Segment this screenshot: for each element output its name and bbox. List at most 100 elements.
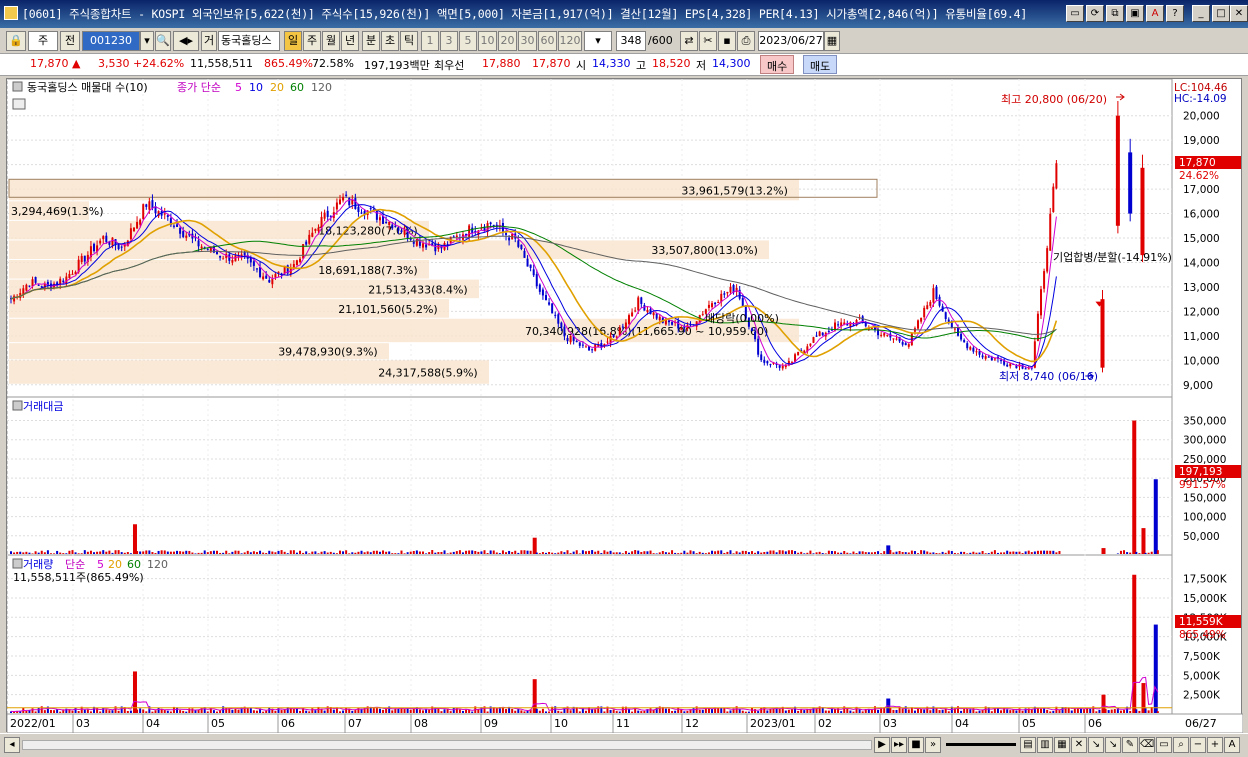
amount-bar (289, 550, 292, 554)
amount-bar (16, 551, 19, 554)
zoom-out-icon[interactable]: − (1190, 737, 1206, 753)
minimize-button[interactable]: _ (1192, 5, 1210, 22)
interval-30[interactable]: 30 (518, 31, 537, 51)
window-ctrl-4[interactable]: ▣ (1126, 5, 1144, 22)
period-minute[interactable]: 분 (362, 31, 380, 51)
amount-bar (219, 552, 222, 554)
search-icon[interactable]: 🔍 (155, 31, 171, 51)
buy-button[interactable]: 매수 (760, 55, 795, 74)
pen-icon[interactable]: ✎ (1122, 737, 1138, 753)
interval-1[interactable]: 1 (421, 31, 439, 51)
interval-10[interactable]: 10 (478, 31, 497, 51)
interval-120[interactable]: 120 (558, 31, 582, 51)
period-tick[interactable]: 틱 (400, 31, 418, 51)
period-year[interactable]: 년 (341, 31, 359, 51)
prev-button[interactable]: 전 (60, 31, 80, 51)
amount-bar (237, 550, 240, 554)
volume-bar (947, 711, 950, 713)
candle-body (723, 293, 726, 295)
draw-icon-1[interactable]: ↘ (1088, 737, 1104, 753)
amount-bar (225, 550, 228, 554)
window-ctrl-2[interactable]: ⟳ (1086, 5, 1104, 22)
interval-60[interactable]: 60 (538, 31, 557, 51)
scroll-left-icon[interactable]: ◂ (4, 737, 20, 753)
chart-canvas[interactable]: 24,317,588(5.9%)39,478,930(9.3%)70,340,9… (7, 79, 1243, 733)
cross-icon[interactable]: ✕ (1071, 737, 1087, 753)
interval-5[interactable]: 5 (459, 31, 477, 51)
volume-bar (643, 711, 646, 713)
code-input[interactable]: 001230 (82, 31, 140, 51)
amount-bar (1147, 552, 1150, 554)
interval-custom[interactable]: ▾ (584, 31, 612, 51)
period-week[interactable]: 주 (303, 31, 321, 51)
date-input[interactable]: 2023/06/27 (758, 31, 824, 51)
window-ctrl-3[interactable]: ⧉ (1106, 5, 1124, 22)
chart-area[interactable]: 24,317,588(5.9%) 39,478,930(9.3%) 70,340,9… (6, 78, 1243, 733)
grid-toggle-icon[interactable] (12, 98, 26, 110)
zoom-slider[interactable] (946, 743, 1016, 746)
amount-bar (907, 552, 910, 554)
amount-bar (594, 551, 597, 554)
lock-icon[interactable]: 🔒 (6, 31, 26, 51)
zoom-icon[interactable]: ⌕ (1173, 737, 1189, 753)
month-label: 05 (1022, 717, 1036, 730)
tool-icon-2[interactable]: ✂ (699, 31, 717, 51)
amount-bar (698, 551, 701, 554)
fast-icon[interactable]: » (925, 737, 941, 753)
close-button[interactable]: ✕ (1230, 5, 1248, 22)
speaker-icon[interactable]: ◀▸ (173, 31, 199, 51)
volume-bar (514, 710, 517, 713)
print-icon[interactable]: ⎙ (737, 31, 755, 51)
scrollbar-track[interactable] (22, 740, 872, 750)
step-icon[interactable]: ▸▸ (891, 737, 907, 753)
chevron-down-icon[interactable]: ▾ (140, 31, 154, 51)
eraser-icon[interactable]: ⌫ (1139, 737, 1155, 753)
amount-bar (77, 553, 80, 554)
ge-button[interactable]: 거 (201, 31, 217, 51)
ma-10-label: 10 (249, 81, 263, 94)
candle-body (984, 356, 987, 359)
candle-body (1140, 167, 1145, 256)
candle-body (142, 204, 145, 220)
draw-icon-2[interactable]: ↘ (1105, 737, 1121, 753)
volume-bar (520, 710, 523, 713)
period-day[interactable]: 일 (284, 31, 302, 51)
period-second[interactable]: 초 (381, 31, 399, 51)
play-icon[interactable]: ▶ (874, 737, 890, 753)
amount-bar (557, 552, 560, 554)
interval-3[interactable]: 3 (440, 31, 458, 51)
window-ctrl-5[interactable]: A (1146, 5, 1164, 22)
amount-bar (252, 551, 255, 554)
amount-bar (422, 551, 425, 554)
layout-icon-1[interactable]: ▤ (1020, 737, 1036, 753)
amount-bar (415, 550, 418, 554)
volume-bar (452, 707, 455, 713)
zoom-in-icon[interactable]: + (1207, 737, 1223, 753)
sell-button[interactable]: 매도 (803, 55, 838, 74)
help-button[interactable]: ? (1166, 5, 1184, 22)
tool-icon-1[interactable]: ⇄ (680, 31, 698, 51)
candle-body (926, 305, 929, 310)
interval-20[interactable]: 20 (498, 31, 517, 51)
window-ctrl-1[interactable]: ▭ (1066, 5, 1084, 22)
candle-body (394, 225, 397, 228)
period-month[interactable]: 월 (322, 31, 340, 51)
stock-name-field[interactable]: 동국홀딩스 (218, 31, 280, 51)
volume-bar (1156, 711, 1159, 713)
amount-tick-label: 100,000 (1183, 512, 1226, 524)
calendar-icon[interactable]: ▦ (824, 31, 840, 51)
amount-bar (726, 551, 729, 554)
market-select[interactable]: 주 (28, 31, 58, 51)
save-icon[interactable]: ▪ (718, 31, 736, 51)
layout-icon-4[interactable]: ▭ (1156, 737, 1172, 753)
stop-icon[interactable]: ■ (908, 737, 924, 753)
candle-body (655, 313, 658, 319)
layout-icon-2[interactable]: ▥ (1037, 737, 1053, 753)
maximize-button[interactable]: □ (1212, 5, 1230, 22)
candle-body (554, 314, 557, 316)
volume-bar (560, 711, 563, 713)
text-icon[interactable]: A (1224, 737, 1240, 753)
layout-icon-3[interactable]: ▦ (1054, 737, 1070, 753)
candle-body (385, 222, 388, 224)
count-input[interactable]: 348 (616, 31, 646, 51)
